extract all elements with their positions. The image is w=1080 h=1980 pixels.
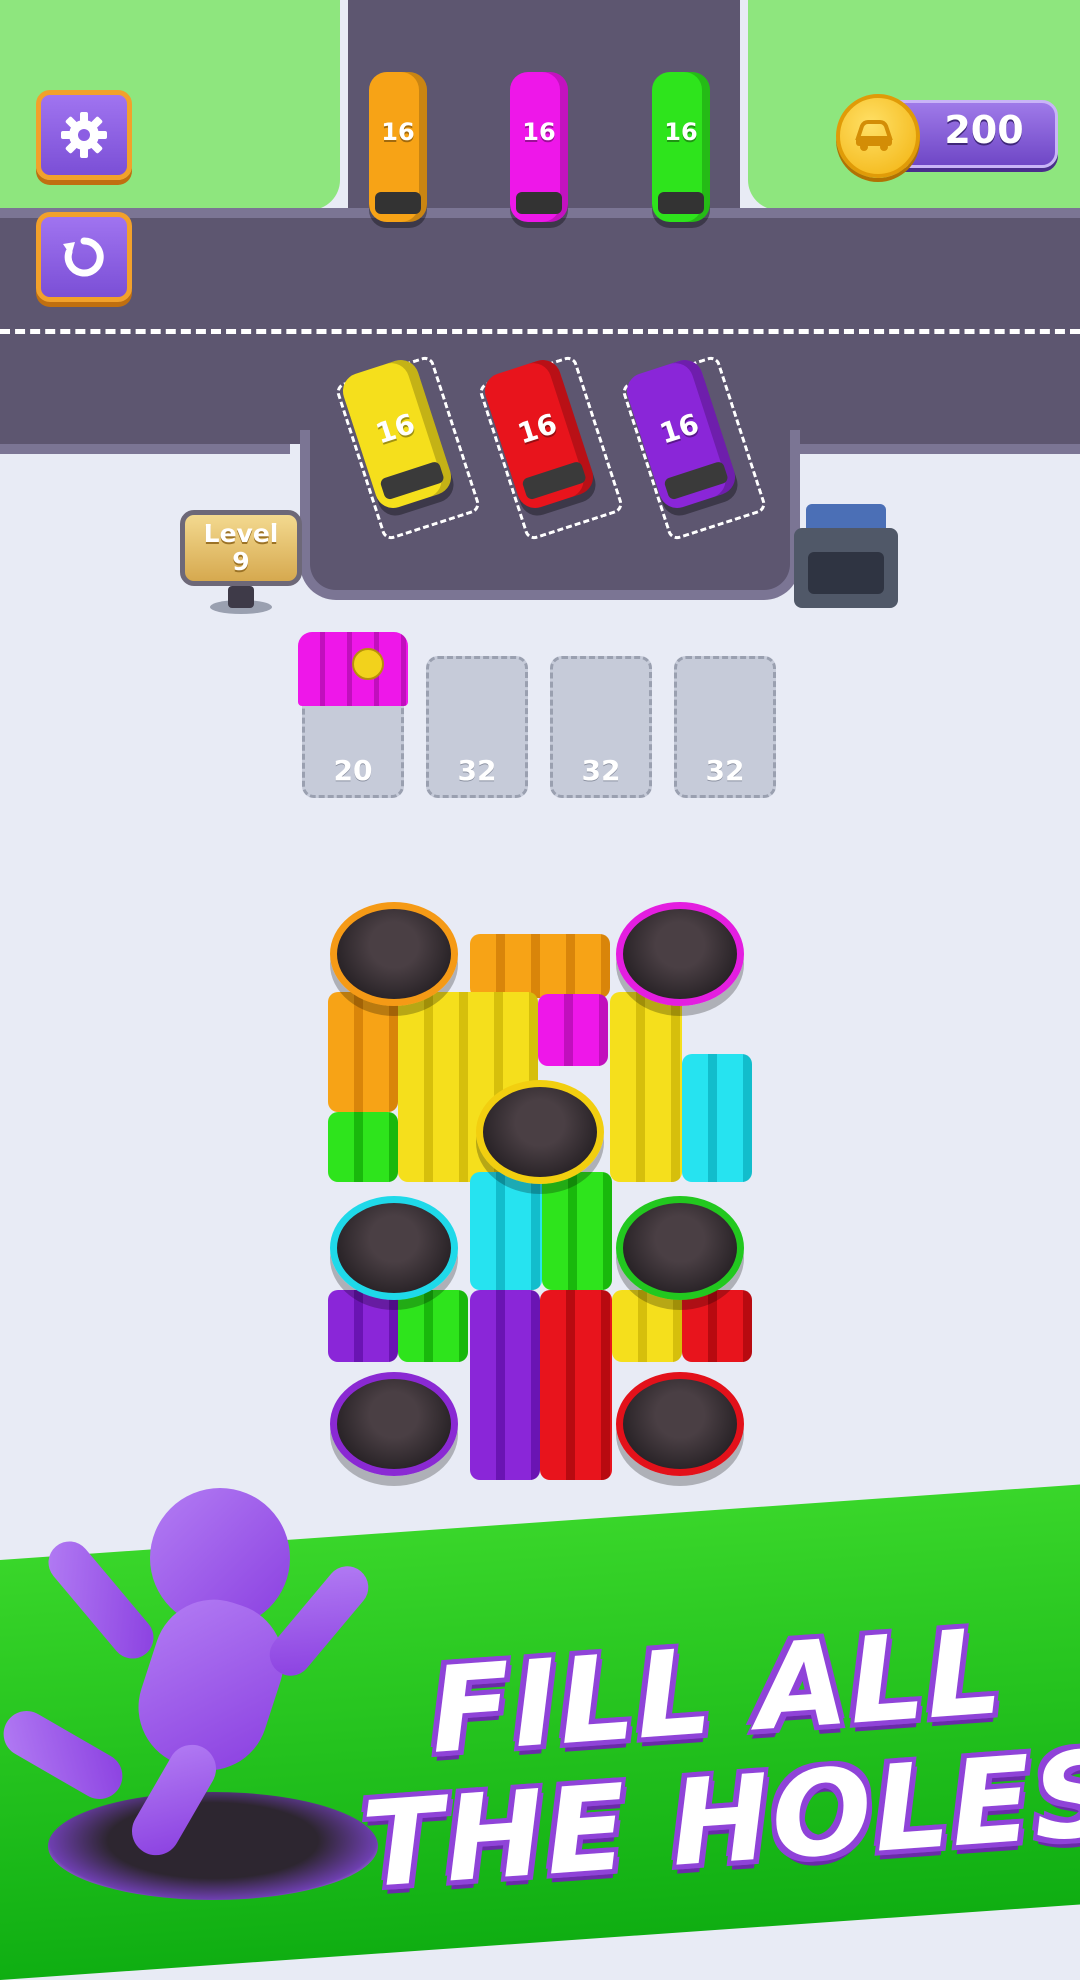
- bus-capacity: 16: [664, 118, 698, 146]
- mascot-hole: [48, 1792, 378, 1900]
- waiting-slot[interactable]: 32: [550, 656, 652, 798]
- sad-face-icon: [352, 648, 384, 680]
- waiting-slot[interactable]: 32: [674, 656, 776, 798]
- crowd-green[interactable]: [328, 1112, 398, 1182]
- bus-garage-icon: [794, 504, 898, 608]
- road-curb-bottom: [0, 444, 290, 454]
- crowd-magenta[interactable]: [538, 994, 608, 1066]
- crowd-red[interactable]: [682, 1290, 752, 1362]
- bus-capacity: 16: [371, 407, 419, 451]
- bus-capacity: 16: [513, 407, 561, 451]
- level-label: Level: [203, 519, 279, 548]
- crowd-yellow[interactable]: [612, 1290, 682, 1362]
- hole-cyan[interactable]: [330, 1196, 458, 1300]
- crowd-green[interactable]: [542, 1172, 612, 1290]
- crowd-orange[interactable]: [328, 992, 398, 1112]
- level-sign: Level 9: [180, 510, 302, 586]
- crowd-green[interactable]: [398, 1290, 468, 1362]
- level-number: 9: [232, 547, 250, 576]
- crowd-purple[interactable]: [328, 1290, 398, 1362]
- bus-capacity: 16: [522, 118, 556, 146]
- restart-button[interactable]: [36, 212, 132, 302]
- gear-icon: [61, 112, 107, 158]
- lane-divider: [0, 329, 1080, 334]
- restart-icon: [63, 237, 104, 277]
- crowd-cyan[interactable]: [470, 1172, 542, 1290]
- hole-magenta[interactable]: [616, 902, 744, 1006]
- hole-orange[interactable]: [330, 902, 458, 1006]
- hole-purple[interactable]: [330, 1372, 458, 1476]
- parked-bus-green[interactable]: 16: [652, 72, 710, 222]
- crowd-yellow[interactable]: [610, 992, 682, 1182]
- slot-count: 32: [457, 754, 497, 787]
- parked-bus-orange[interactable]: 16: [369, 72, 427, 222]
- crowd-red[interactable]: [540, 1290, 612, 1480]
- coin-count: 200: [944, 108, 1024, 152]
- slot-count: 32: [581, 754, 621, 787]
- hole-yellow[interactable]: [476, 1080, 604, 1184]
- crowd-purple[interactable]: [470, 1290, 540, 1480]
- settings-button[interactable]: [36, 90, 132, 180]
- road-curb-bottom-right: [790, 444, 1080, 454]
- waiting-slot[interactable]: 32: [426, 656, 528, 798]
- parked-bus-magenta[interactable]: 16: [510, 72, 568, 222]
- bus-capacity: 16: [655, 407, 703, 451]
- slot-count: 32: [705, 754, 745, 787]
- level-sign-post: [228, 586, 254, 608]
- car-coin-icon: [836, 94, 920, 178]
- crowd-cyan[interactable]: [682, 1054, 752, 1182]
- crowd-orange[interactable]: [470, 934, 610, 998]
- hole-green[interactable]: [616, 1196, 744, 1300]
- slot-count: 20: [333, 754, 373, 787]
- hole-red[interactable]: [616, 1372, 744, 1476]
- bus-capacity: 16: [381, 118, 415, 146]
